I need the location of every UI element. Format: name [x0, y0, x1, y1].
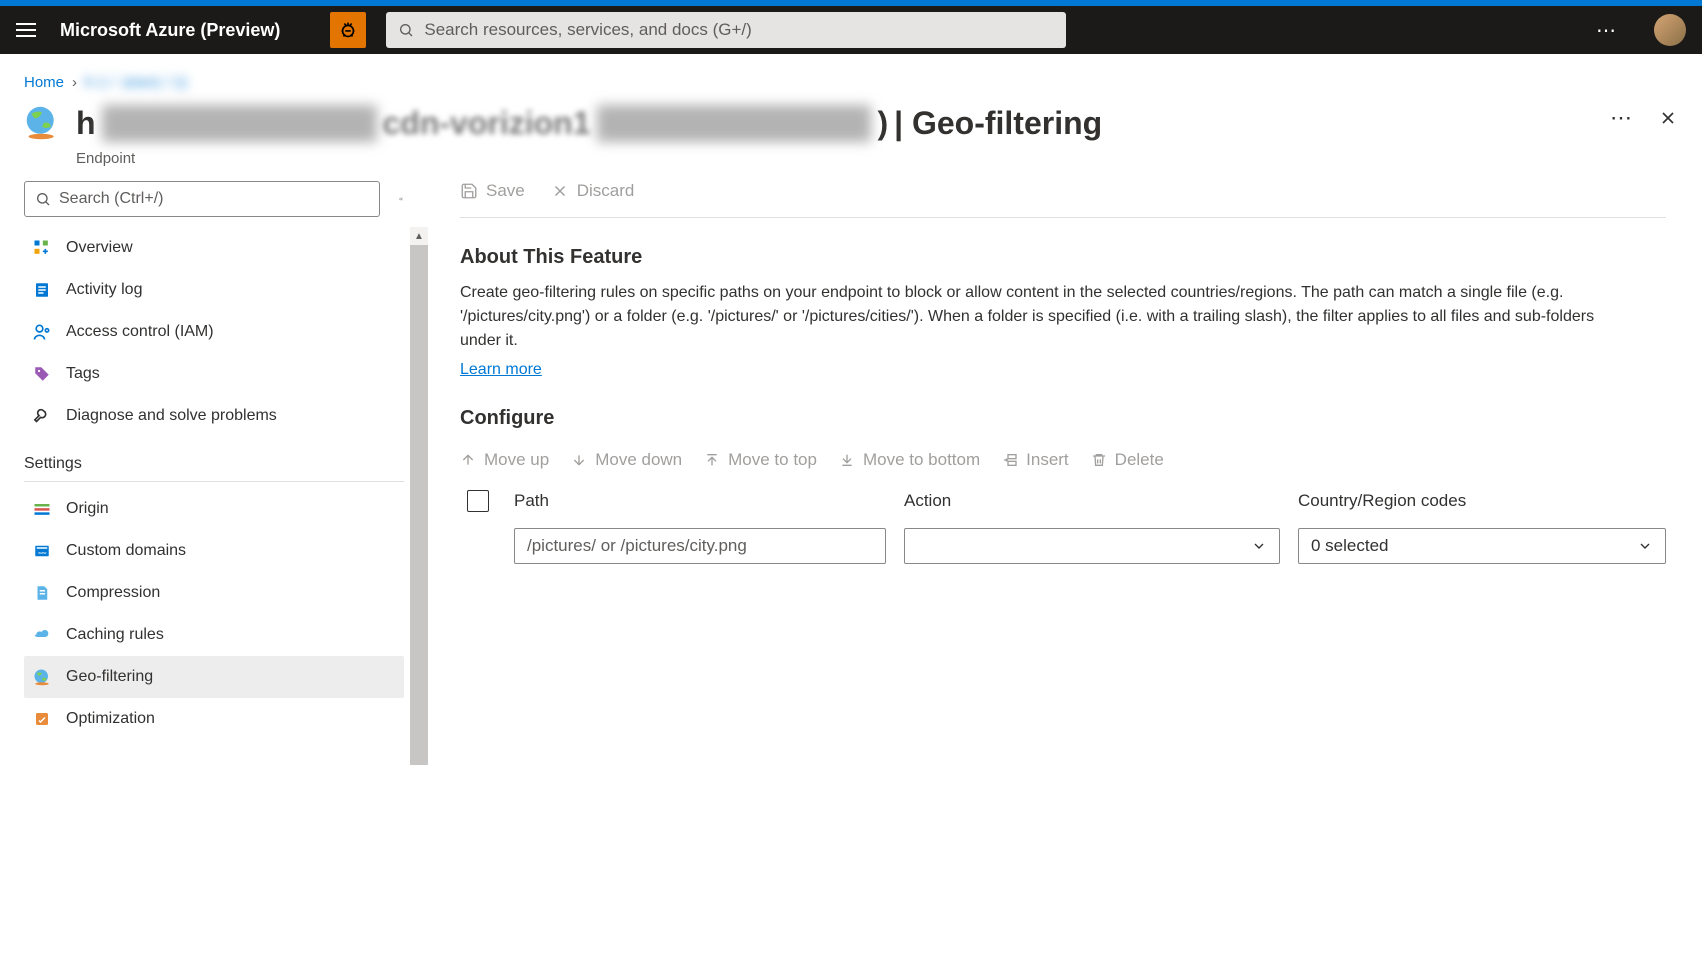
column-action: Action	[904, 491, 1280, 511]
sidebar-item-label: Geo-filtering	[66, 668, 153, 686]
page-subtitle: Endpoint	[76, 150, 1678, 167]
discard-button[interactable]: Discard	[551, 181, 635, 201]
geo-filtering-icon	[32, 667, 52, 687]
breadcrumb-item-obscured-2[interactable]: izion1 / 1)	[122, 74, 187, 91]
sidebar-item-activity-log[interactable]: Activity log	[24, 269, 404, 311]
sidebar-item-overview[interactable]: Overview	[24, 227, 404, 269]
sidebar: Overview Activity log Access control (IA…	[24, 181, 404, 740]
tags-icon	[32, 364, 52, 384]
sidebar-search-box	[24, 181, 380, 217]
region-select[interactable]: 0 selected	[1298, 528, 1666, 564]
delete-button[interactable]: Delete	[1091, 450, 1164, 470]
chevron-down-icon	[1251, 538, 1267, 554]
sidebar-item-diagnose[interactable]: Diagnose and solve problems	[24, 395, 404, 437]
custom-domains-icon: www	[32, 541, 52, 561]
diagnose-icon	[32, 406, 52, 426]
hamburger-menu-icon[interactable]	[16, 18, 40, 42]
sidebar-item-label: Optimization	[66, 710, 155, 728]
breadcrumb-home[interactable]: Home	[24, 74, 64, 91]
page-title: h xxxxxxxxxxxxxxx cdn-vorizion1 xxxxxxxx…	[76, 105, 1102, 142]
table-row: 0 selected	[460, 522, 1666, 570]
about-heading: About This Feature	[460, 246, 1666, 269]
global-search-input[interactable]	[424, 20, 1054, 40]
save-button[interactable]: Save	[460, 181, 525, 201]
learn-more-link[interactable]: Learn more	[460, 361, 542, 379]
activity-log-icon	[32, 280, 52, 300]
sidebar-item-label: Activity log	[66, 281, 142, 299]
path-input[interactable]	[514, 528, 886, 564]
origin-icon	[32, 499, 52, 519]
configure-toolbar: Move up Move down Move to top Move to bo…	[460, 450, 1666, 470]
topbar: Microsoft Azure (Preview) ⋯	[0, 6, 1702, 54]
sidebar-item-origin[interactable]: Origin	[24, 488, 404, 530]
sidebar-item-label: Caching rules	[66, 626, 164, 644]
sidebar-search-input[interactable]	[59, 190, 369, 208]
toolbar: Save Discard	[460, 181, 1666, 218]
move-to-bottom-button[interactable]: Move to bottom	[839, 450, 980, 470]
search-icon	[398, 22, 414, 38]
breadcrumb: Home › h 1 / izion1 / 1)	[24, 74, 1678, 91]
configure-heading: Configure	[460, 407, 1666, 430]
sidebar-item-geo-filtering[interactable]: Geo-filtering	[24, 656, 404, 698]
arrow-up-icon	[460, 452, 476, 468]
caching-rules-icon	[32, 625, 52, 645]
sidebar-item-label: Tags	[66, 365, 100, 383]
column-region: Country/Region codes	[1298, 491, 1666, 511]
column-path: Path	[514, 491, 886, 511]
search-icon	[35, 191, 51, 207]
move-down-button[interactable]: Move down	[571, 450, 682, 470]
sidebar-item-label: Origin	[66, 500, 109, 518]
sidebar-item-label: Overview	[66, 239, 133, 257]
insert-icon	[1002, 452, 1018, 468]
svg-text:www: www	[38, 551, 46, 555]
arrow-down-icon	[571, 452, 587, 468]
main-content: Save Discard About This Feature Create g…	[404, 181, 1678, 570]
brand-title: Microsoft Azure (Preview)	[60, 20, 280, 41]
avatar[interactable]	[1654, 14, 1686, 46]
discard-icon	[551, 182, 569, 200]
breadcrumb-item-obscured[interactable]: h 1 /	[85, 74, 114, 91]
sidebar-section-settings: Settings	[24, 437, 404, 482]
chevron-down-icon	[1637, 538, 1653, 554]
sidebar-item-custom-domains[interactable]: www Custom domains	[24, 530, 404, 572]
bug-icon	[337, 19, 359, 41]
sidebar-item-label: Access control (IAM)	[66, 323, 214, 341]
title-more-button[interactable]: ⋯	[1610, 105, 1634, 131]
sidebar-item-caching-rules[interactable]: Caching rules	[24, 614, 404, 656]
debug-button[interactable]	[330, 12, 366, 48]
move-to-top-button[interactable]: Move to top	[704, 450, 817, 470]
arrow-to-bottom-icon	[839, 452, 855, 468]
sidebar-item-compression[interactable]: Compression	[24, 572, 404, 614]
sidebar-item-label: Custom domains	[66, 542, 186, 560]
insert-button[interactable]: Insert	[1002, 450, 1069, 470]
select-all-checkbox[interactable]	[467, 490, 489, 512]
access-control-icon	[32, 322, 52, 342]
sidebar-item-label: Compression	[66, 584, 160, 602]
sidebar-item-tags[interactable]: Tags	[24, 353, 404, 395]
sidebar-scrollbar[interactable]: ▲	[410, 227, 428, 740]
move-up-button[interactable]: Move up	[460, 450, 549, 470]
about-description: Create geo-filtering rules on specific p…	[460, 281, 1610, 353]
save-icon	[460, 182, 478, 200]
compression-icon	[32, 583, 52, 603]
topbar-more-button[interactable]: ⋯	[1596, 18, 1618, 43]
close-icon[interactable]	[1658, 108, 1678, 128]
globe-icon	[24, 105, 60, 141]
action-select[interactable]	[904, 528, 1280, 564]
sidebar-item-label: Diagnose and solve problems	[66, 407, 277, 425]
table-header: Path Action Country/Region codes	[460, 480, 1666, 522]
sidebar-item-access-control[interactable]: Access control (IAM)	[24, 311, 404, 353]
arrow-to-top-icon	[704, 452, 720, 468]
global-search-box	[386, 12, 1066, 48]
optimization-icon	[32, 709, 52, 729]
overview-icon	[32, 238, 52, 258]
delete-icon	[1091, 452, 1107, 468]
sidebar-item-optimization[interactable]: Optimization	[24, 698, 404, 740]
